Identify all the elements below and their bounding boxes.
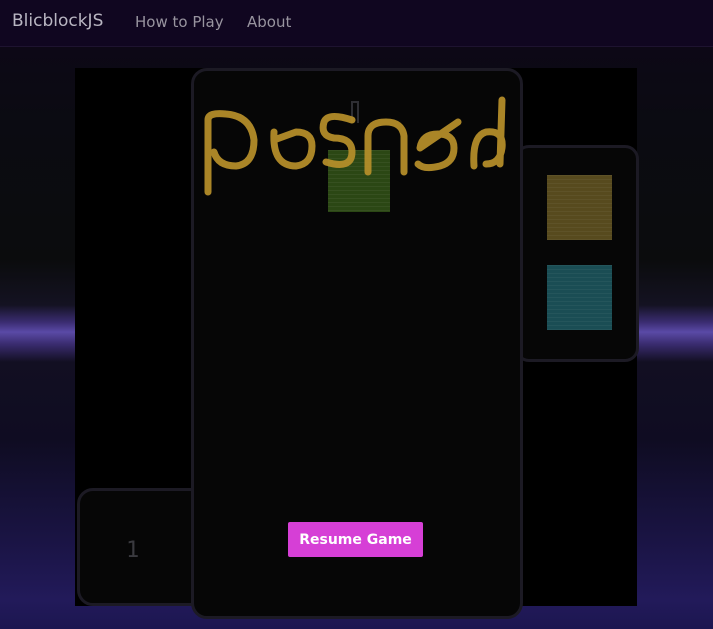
nav-link-about[interactable]: About [247,13,291,31]
next-piece-teal [547,265,612,330]
nav-link-how-to-play[interactable]: How to Play [135,13,224,31]
brand-link[interactable]: BlicblockJS [12,11,103,31]
resume-game-button[interactable]: Resume Game [288,522,423,557]
level-value: 1 [126,538,140,563]
next-pieces-panel [515,145,639,362]
top-navbar: BlicblockJS How to Play About [0,0,713,47]
paused-overlay-logo [204,96,506,196]
next-piece-yellow [547,175,612,240]
